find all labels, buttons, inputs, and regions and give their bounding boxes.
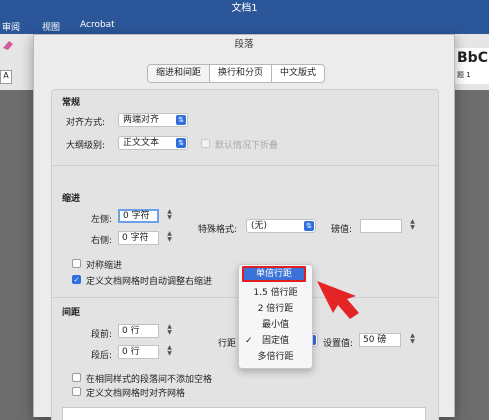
snap-grid-checkbox[interactable] [72, 387, 81, 396]
auto-adjust-label: 定义文档网格时自动调整右缩进 [86, 277, 213, 287]
style-name: 题 1 [457, 71, 471, 79]
outline-level-label: 大纲级别: [66, 141, 106, 151]
outline-level-select[interactable]: 正文文本 ⇅ [118, 136, 188, 150]
space-before-label: 段前: [91, 330, 113, 340]
collapse-label: 默认情况下折叠 [215, 141, 279, 151]
space-after-input[interactable]: 0 行 [118, 345, 159, 359]
left-indent-label: 左侧: [91, 215, 113, 225]
tab-indents-spacing[interactable]: 缩进和间距 [148, 65, 210, 82]
mirror-indents-checkbox[interactable] [72, 259, 81, 268]
menu-bar: 审阅 视图 Acrobat [0, 18, 489, 34]
menu-review[interactable]: 审阅 [2, 20, 20, 33]
chevron-updown-icon: ⇅ [176, 115, 186, 125]
collapse-checkbox[interactable] [201, 139, 210, 148]
space-after-stepper[interactable]: ▲ ▼ [165, 345, 174, 359]
alignment-value: 两端对齐 [123, 115, 160, 125]
font-color-icon[interactable]: A [0, 70, 12, 84]
style-preview-text: BbC [457, 50, 488, 66]
special-label: 特殊格式: [198, 225, 238, 235]
by-stepper[interactable]: ▲ ▼ [408, 219, 417, 233]
space-before-stepper[interactable]: ▲ ▼ [165, 324, 174, 338]
alignment-label: 对齐方式: [66, 118, 106, 128]
window-title: 文档1 [231, 3, 258, 14]
menu-option-exactly-label: 固定值 [261, 336, 289, 346]
left-indent-stepper[interactable]: ▲ ▼ [165, 209, 174, 223]
tab-bar: 缩进和间距 换行和分页 中文版式 [147, 64, 326, 83]
menu-acrobat[interactable]: Acrobat [80, 20, 115, 30]
style-gallery-item[interactable]: BbC 题 1 [454, 48, 489, 84]
outline-level-value: 正文文本 [123, 138, 160, 148]
at-input[interactable]: 50 磅 [359, 333, 401, 347]
spacing-heading: 间距 [62, 308, 81, 318]
special-value: (无) [251, 221, 268, 231]
menu-option-exactly[interactable]: ✓ 固定值 [239, 333, 312, 349]
auto-adjust-checkbox[interactable]: ✓ [72, 275, 81, 284]
menu-option-double[interactable]: 2 倍行距 [239, 301, 312, 317]
divider [51, 165, 439, 166]
indentation-heading: 缩进 [62, 194, 81, 204]
by-input[interactable] [360, 219, 402, 233]
menu-option-at-least[interactable]: 最小值 [239, 317, 312, 333]
menu-option-single[interactable]: 单倍行距 [242, 266, 306, 282]
snap-grid-label: 定义文档网格时对齐网格 [86, 389, 186, 399]
menu-view[interactable]: 视图 [42, 20, 60, 33]
no-space-checkbox[interactable] [72, 373, 81, 382]
chevron-updown-icon: ⇅ [304, 221, 314, 231]
preview-box [62, 407, 426, 420]
checkmark-icon: ✓ [245, 336, 253, 346]
right-indent-stepper[interactable]: ▲ ▼ [165, 231, 174, 245]
chevron-updown-icon: ⇅ [176, 138, 186, 148]
menu-option-multiple[interactable]: 多倍行距 [239, 349, 312, 365]
left-indent-input[interactable]: 0 字符 [118, 209, 159, 223]
mirror-indents-label: 对称缩进 [86, 261, 123, 271]
alignment-select[interactable]: 两端对齐 ⇅ [118, 113, 188, 127]
at-stepper[interactable]: ▲ ▼ [408, 333, 417, 347]
tab-asian-typography[interactable]: 中文版式 [271, 65, 324, 82]
dialog-title: 段落 [234, 39, 254, 50]
at-label: 设置值: [323, 339, 354, 349]
menu-option-1-5[interactable]: 1.5 倍行距 [239, 285, 312, 301]
tab-line-page-breaks[interactable]: 换行和分页 [209, 65, 271, 82]
right-indent-input[interactable]: 0 字符 [118, 231, 159, 245]
right-indent-label: 右侧: [91, 236, 113, 246]
line-spacing-label: 行距 [218, 339, 237, 349]
window-title-bar: 文档1 [0, 0, 489, 18]
special-select[interactable]: (无) ⇅ [246, 219, 316, 233]
by-label: 磅值: [331, 225, 353, 235]
space-before-input[interactable]: 0 行 [118, 324, 159, 338]
space-after-label: 段后: [91, 351, 113, 361]
general-heading: 常规 [62, 98, 81, 108]
no-space-label: 在相同样式的段落间不添加空格 [86, 375, 213, 385]
line-spacing-menu: 单倍行距 1.5 倍行距 2 倍行距 最小值 ✓ 固定值 多倍行距 [238, 264, 313, 369]
clear-format-icon[interactable] [0, 38, 20, 52]
